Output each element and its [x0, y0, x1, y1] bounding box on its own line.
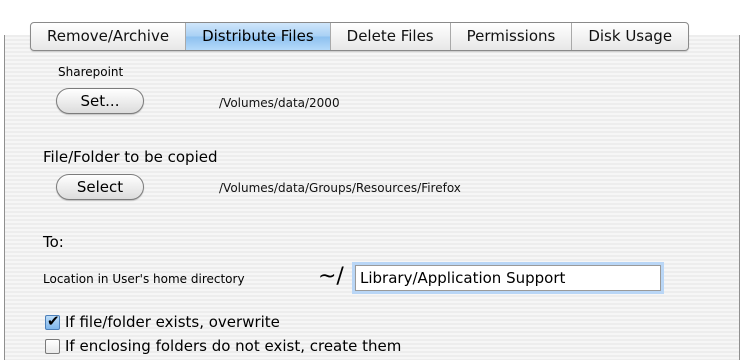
home-prefix: ~/	[318, 264, 344, 289]
home-location-label: Location in User's home directory	[43, 272, 245, 286]
tab-disk-usage[interactable]: Disk Usage	[571, 23, 688, 50]
overwrite-label: If file/folder exists, overwrite	[65, 313, 280, 331]
tab-bar: Remove/Archive Distribute Files Delete F…	[30, 22, 690, 51]
home-location-input[interactable]	[355, 265, 661, 291]
overwrite-checkbox[interactable]: ✔	[45, 312, 60, 330]
create-folders-label: If enclosing folders do not exist, creat…	[65, 337, 402, 355]
set-sharepoint-button[interactable]: Set...	[56, 88, 144, 114]
tab-remove-archive[interactable]: Remove/Archive	[31, 23, 185, 50]
destination-label: To:	[43, 233, 64, 251]
copy-source-label: File/Folder to be copied	[43, 148, 218, 166]
sharepoint-label: Sharepoint	[58, 65, 124, 79]
sharepoint-path: /Volumes/data/2000	[219, 96, 340, 110]
tab-distribute-files[interactable]: Distribute Files	[185, 23, 330, 50]
tab-permissions[interactable]: Permissions	[449, 23, 572, 50]
checkmark-icon: ✔	[47, 312, 60, 330]
select-source-button[interactable]: Select	[56, 174, 144, 200]
tab-delete-files[interactable]: Delete Files	[329, 23, 450, 50]
create-folders-checkbox[interactable]	[45, 339, 60, 354]
copy-source-path: /Volumes/data/Groups/Resources/Firefox	[219, 181, 461, 195]
